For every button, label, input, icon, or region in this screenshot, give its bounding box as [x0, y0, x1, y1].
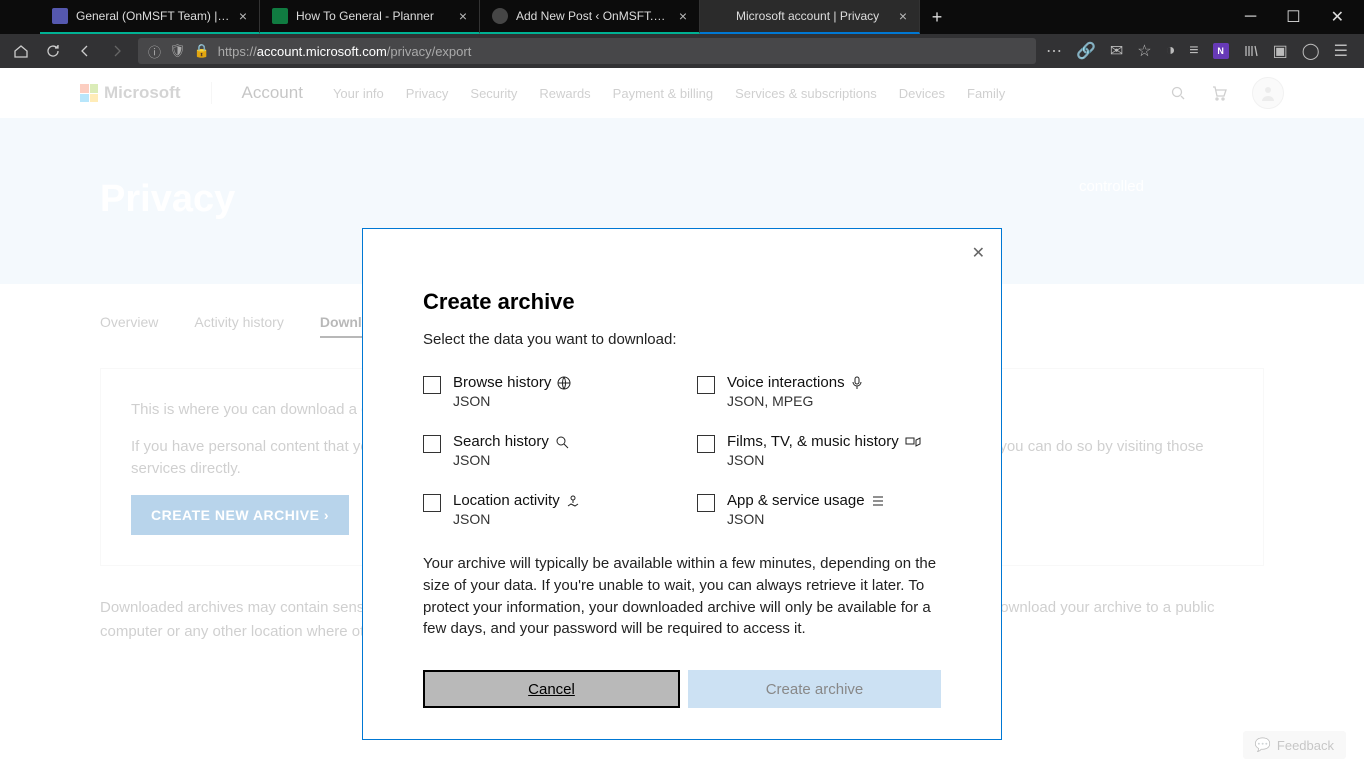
option-format: JSON — [727, 511, 885, 527]
option-browse-history[interactable]: Browse history JSON — [423, 374, 667, 409]
home-icon[interactable] — [10, 43, 32, 59]
option-format: JSON — [453, 511, 580, 527]
reload-icon[interactable] — [42, 43, 64, 59]
option-media-history[interactable]: Films, TV, & music history JSON — [697, 433, 941, 468]
tab-strip: General (OnMSFT Team) | Micr × How To Ge… — [0, 0, 1364, 34]
onenote-icon[interactable]: N — [1213, 43, 1229, 59]
dialog-buttons: Cancel Create archive — [423, 670, 941, 708]
lock-icon[interactable]: 🔒 — [194, 43, 210, 59]
new-tab-button[interactable]: + — [920, 0, 954, 34]
extension-icon[interactable]: ◑ — [1166, 42, 1176, 60]
option-label: Voice interactions — [727, 374, 845, 391]
dialog-subtitle: Select the data you want to download: — [423, 331, 941, 348]
media-icon — [905, 435, 921, 449]
option-label: Search history — [453, 433, 549, 450]
planner-icon — [272, 8, 288, 24]
checkbox[interactable] — [423, 376, 441, 394]
globe-icon — [557, 376, 571, 390]
dialog-title: Create archive — [423, 289, 941, 315]
list-icon — [871, 495, 885, 507]
link-icon[interactable]: 🔗 — [1076, 41, 1096, 61]
close-icon[interactable]: ✕ — [972, 243, 985, 263]
extension-icon[interactable]: ≡ — [1189, 42, 1198, 60]
account-icon[interactable]: ◯ — [1302, 41, 1320, 61]
option-label: Films, TV, & music history — [727, 433, 899, 450]
minimize-icon[interactable]: ─ — [1245, 8, 1256, 26]
tab-label: Microsoft account | Privacy — [736, 9, 891, 23]
search-icon — [555, 435, 569, 449]
teams-icon — [52, 8, 68, 24]
tab-label: How To General - Planner — [296, 9, 451, 23]
browser-chrome: General (OnMSFT Team) | Micr × How To Ge… — [0, 0, 1364, 68]
url-input[interactable]: ⓘ 🛡 🔒 https://account.microsoft.com/priv… — [138, 38, 1036, 64]
shield-icon[interactable]: 🛡 — [169, 43, 186, 59]
dialog-description: Your archive will typically be available… — [423, 553, 941, 640]
mail-icon[interactable]: ✉ — [1110, 41, 1123, 61]
close-icon[interactable]: × — [459, 8, 467, 24]
browser-tab[interactable]: Add New Post ‹ OnMSFT.com — W × — [480, 0, 700, 34]
option-search-history[interactable]: Search history JSON — [423, 433, 667, 468]
map-icon — [566, 494, 580, 508]
option-format: JSON — [453, 452, 569, 468]
window-controls: ─ ☐ ✕ — [1225, 0, 1364, 34]
close-window-icon[interactable]: ✕ — [1331, 7, 1344, 27]
more-icon[interactable]: ⋯ — [1046, 41, 1062, 61]
library-icon[interactable] — [1243, 43, 1259, 59]
wordpress-icon — [492, 8, 508, 24]
checkbox[interactable] — [697, 494, 715, 512]
sidebar-icon[interactable]: ▣ — [1273, 41, 1288, 61]
menu-icon[interactable]: ☰ — [1334, 41, 1348, 61]
browser-tab-active[interactable]: Microsoft account | Privacy × — [700, 0, 920, 34]
checkbox[interactable] — [423, 435, 441, 453]
option-location[interactable]: Location activity JSON — [423, 492, 667, 527]
microsoft-icon — [712, 8, 728, 24]
info-icon[interactable]: ⓘ — [148, 42, 161, 61]
back-icon[interactable] — [74, 43, 96, 59]
option-format: JSON — [727, 452, 921, 468]
cancel-button[interactable]: Cancel — [423, 670, 680, 708]
tab-label: General (OnMSFT Team) | Micr — [76, 9, 231, 23]
bookmark-icon[interactable]: ☆ — [1137, 41, 1151, 61]
mic-icon — [851, 376, 863, 390]
create-archive-button[interactable]: Create archive — [688, 670, 941, 708]
close-icon[interactable]: × — [239, 8, 247, 24]
toolbar-right: ⋯ 🔗 ✉ ☆ ◑ ≡ N ▣ ◯ ☰ — [1046, 41, 1354, 61]
close-icon[interactable]: × — [679, 8, 687, 24]
option-label: App & service usage — [727, 492, 865, 509]
url-text: https://account.microsoft.com/privacy/ex… — [218, 44, 472, 59]
options-grid: Browse history JSON Voice interactions J… — [423, 374, 941, 527]
address-bar: ⓘ 🛡 🔒 https://account.microsoft.com/priv… — [0, 34, 1364, 68]
checkbox[interactable] — [423, 494, 441, 512]
option-format: JSON, MPEG — [727, 393, 863, 409]
page: Microsoft Account Your info Privacy Secu… — [0, 68, 1364, 767]
create-archive-dialog: ✕ Create archive Select the data you wan… — [362, 228, 1002, 740]
checkbox[interactable] — [697, 376, 715, 394]
tab-label: Add New Post ‹ OnMSFT.com — W — [516, 9, 671, 23]
option-label: Browse history — [453, 374, 551, 391]
browser-tab[interactable]: How To General - Planner × — [260, 0, 480, 34]
option-app-usage[interactable]: App & service usage JSON — [697, 492, 941, 527]
option-label: Location activity — [453, 492, 560, 509]
checkbox[interactable] — [697, 435, 715, 453]
option-voice[interactable]: Voice interactions JSON, MPEG — [697, 374, 941, 409]
close-icon[interactable]: × — [899, 8, 907, 24]
option-format: JSON — [453, 393, 571, 409]
forward-icon[interactable] — [106, 43, 128, 59]
maximize-icon[interactable]: ☐ — [1286, 7, 1300, 27]
browser-tab[interactable]: General (OnMSFT Team) | Micr × — [40, 0, 260, 34]
